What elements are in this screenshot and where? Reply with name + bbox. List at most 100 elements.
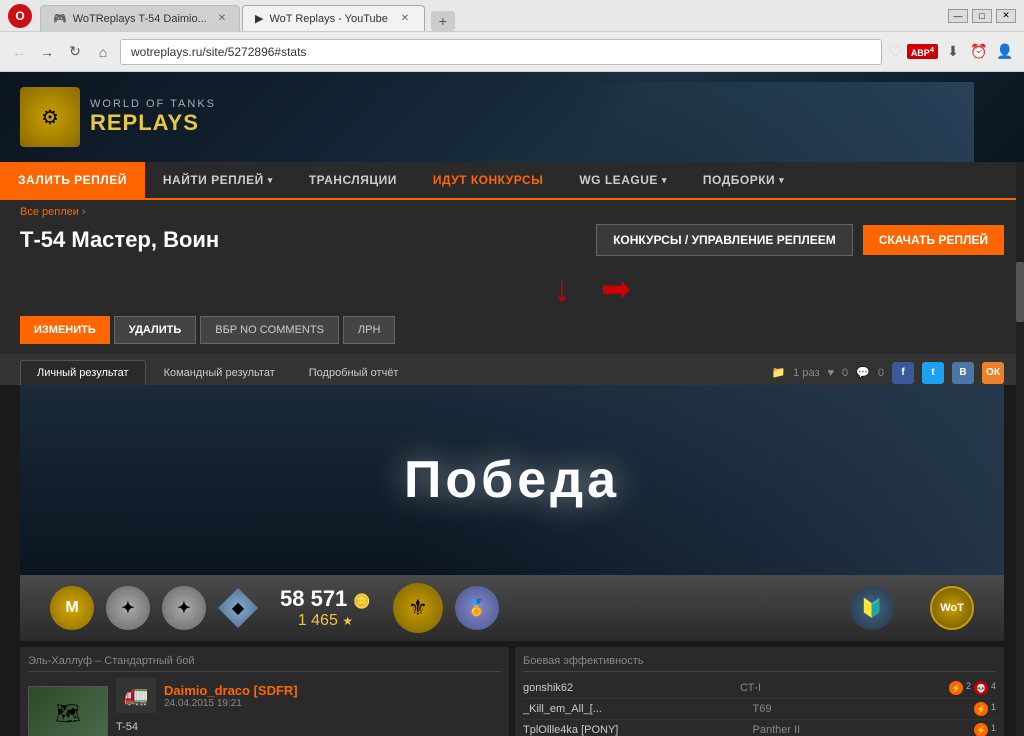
- action-buttons-row: ИЗМЕНИТЬ УДАЛИТЬ ВБР NO COMMENTS ЛРН: [0, 312, 1024, 354]
- player-date: 24.04.2015 19:21: [164, 698, 298, 709]
- down-arrow-icon: ↓: [553, 268, 571, 310]
- refresh-button[interactable]: ↻: [64, 41, 86, 63]
- twitter-button[interactable]: t: [922, 362, 944, 384]
- heart-icon: ♥: [828, 367, 835, 379]
- medal-star2: ✦: [162, 586, 206, 630]
- score-area: 58 571 🪙 1 465 ★: [280, 586, 371, 630]
- bookmark-icon[interactable]: ♡: [888, 42, 902, 62]
- vbr-button[interactable]: ВБР NO COMMENTS: [200, 316, 339, 344]
- credits-icon: 🪙: [353, 593, 370, 609]
- dmg-icon3: ⚡: [974, 723, 988, 736]
- combat-header: Боевая эффективность: [523, 655, 996, 672]
- combat-player-2-icons: ⚡ 1: [974, 702, 996, 716]
- maximize-button[interactable]: □: [972, 9, 992, 23]
- vk-button[interactable]: В: [952, 362, 974, 384]
- opera-logo: O: [8, 4, 32, 28]
- delete-button[interactable]: УДАЛИТЬ: [114, 316, 196, 344]
- lpn-button[interactable]: ЛРН: [343, 316, 396, 344]
- tab1-title: WoTReplays T-54 Daimio...: [73, 13, 207, 25]
- medal-badge1: 🏅: [455, 586, 499, 630]
- user-icon[interactable]: 👤: [994, 41, 1016, 63]
- tab-personal[interactable]: Личный результат: [20, 360, 146, 385]
- wot-header: ⚙ WORLD OF TANKS REPLAYS: [0, 72, 1024, 162]
- nav-upload[interactable]: ЗАЛИТЬ РЕПЛЕЙ: [0, 162, 145, 198]
- arrows-row: ↓ ➡: [0, 266, 1024, 312]
- contests-button[interactable]: КОНКУРСЫ / УПРАВЛЕНИЕ РЕПЛЕЕМ: [596, 224, 853, 256]
- medal-mastery: M: [50, 586, 94, 630]
- bottom-section: Эль-Халлуф – Стандартный бой 🗺 🚛 Daimio_…: [20, 647, 1004, 736]
- forward-button[interactable]: →: [36, 41, 58, 63]
- nav-streams[interactable]: ТРАНСЛЯЦИИ: [291, 162, 415, 198]
- clock-icon[interactable]: ⏰: [968, 41, 990, 63]
- scrollbar[interactable]: [1016, 162, 1024, 736]
- nav-collections[interactable]: ПОДБОРКИ ▾: [685, 162, 802, 198]
- player-name-row: 🚛 Daimio_draco [SDFR] 24.04.2015 19:21: [116, 678, 298, 713]
- breadcrumb-link[interactable]: Все реплеи: [20, 206, 79, 218]
- dmg-icon2: ⚡: [974, 702, 988, 716]
- xp-icon: ★: [342, 614, 353, 628]
- dmg-count: 2: [966, 681, 971, 695]
- nav-bar: ← → ↻ ⌂ wotreplays.ru/site/5272896#stats…: [0, 32, 1024, 72]
- tab-detailed[interactable]: Подробный отчёт: [293, 361, 415, 385]
- combat-player-1-tank: СТ-I: [732, 682, 949, 694]
- credits-score: 58 571 🪙: [280, 586, 371, 612]
- medal-star1: ✦: [106, 586, 150, 630]
- nav-icons-right: ♡ ABP4 ⬇ ⏰ 👤: [888, 41, 1016, 63]
- combat-player-3-name: TplOllle4ka [PONY]: [523, 724, 745, 736]
- combat-player-2: _Kill_em_All_[... T69 ⚡ 1: [523, 699, 996, 720]
- victory-text: Победа: [404, 450, 620, 510]
- tabs-container: 🎮 WoTReplays T-54 Daimio... ✕ ▶ WoT Repl…: [40, 0, 940, 31]
- player-name[interactable]: Daimio_draco [SDFR]: [164, 683, 298, 698]
- minimize-button[interactable]: —: [948, 9, 968, 23]
- battle-info-header: Эль-Халлуф – Стандартный бой: [28, 655, 501, 672]
- views-count: 1 раз: [793, 367, 819, 379]
- right-arrow-icon: ➡: [601, 268, 631, 310]
- download-button[interactable]: СКАЧАТЬ РЕПЛЕЙ: [863, 225, 1004, 255]
- download-icon[interactable]: ⬇: [942, 41, 964, 63]
- tab2-favicon: ▶: [255, 12, 263, 25]
- breadcrumb: Все реплеи ›: [20, 206, 1004, 218]
- combat-player-3-icons: ⚡ 1: [974, 723, 996, 736]
- combat-player-3-tank: Panther II: [745, 724, 975, 736]
- results-stats: 📁 1 раз ♥ 0 💬 0 f t В ОК: [771, 362, 1004, 384]
- tab1-close[interactable]: ✕: [217, 12, 227, 26]
- medal-wot: WoT: [930, 586, 974, 630]
- player-info: 🚛 Daimio_draco [SDFR] 24.04.2015 19:21 T…: [116, 678, 298, 736]
- tab-wot-replays[interactable]: 🎮 WoTReplays T-54 Daimio... ✕: [40, 5, 240, 31]
- page-content: ⚙ WORLD OF TANKS REPLAYS ЗАЛИТЬ РЕПЛЕЙ Н…: [0, 72, 1024, 736]
- combat-player-1: gonshik62 СТ-I ⚡ 2 💀 4: [523, 678, 996, 699]
- new-tab-button[interactable]: +: [431, 11, 455, 31]
- back-button[interactable]: ←: [8, 41, 30, 63]
- browser-frame: O 🎮 WoTReplays T-54 Daimio... ✕ ▶ WoT Re…: [0, 0, 1024, 736]
- ok-button[interactable]: ОК: [982, 362, 1004, 384]
- abp-badge: ABP4: [907, 44, 938, 59]
- tank-thumbnail: 🚛: [116, 678, 156, 713]
- kill-icon: 💀: [974, 681, 988, 695]
- close-button[interactable]: ✕: [996, 9, 1016, 23]
- tank-name: T-54: [116, 721, 298, 733]
- tab-team[interactable]: Командный результат: [148, 361, 291, 385]
- home-button[interactable]: ⌂: [92, 41, 114, 63]
- nav-contests[interactable]: ИДУТ КОНКУРСЫ: [415, 162, 561, 198]
- window-controls: — □ ✕: [948, 9, 1016, 23]
- nav-find[interactable]: НАЙТИ РЕПЛЕЙ ▾: [145, 162, 291, 198]
- file-icon: 📁: [771, 366, 785, 379]
- title-buttons: КОНКУРСЫ / УПРАВЛЕНИЕ РЕПЛЕЕМ СКАЧАТЬ РЕ…: [596, 224, 1004, 256]
- tab2-close[interactable]: ✕: [398, 12, 412, 26]
- main-nav: ЗАЛИТЬ РЕПЛЕЙ НАЙТИ РЕПЛЕЙ ▾ ТРАНСЛЯЦИИ …: [0, 162, 1024, 200]
- facebook-button[interactable]: f: [892, 362, 914, 384]
- combat-player-2-tank: T69: [745, 703, 975, 715]
- combat-efficiency-panel: Боевая эффективность gonshik62 СТ-I ⚡ 2 …: [515, 647, 1004, 736]
- address-bar[interactable]: wotreplays.ru/site/5272896#stats: [120, 39, 882, 65]
- breadcrumb-area: Все реплеи ›: [0, 200, 1024, 218]
- xp-score: 1 465 ★: [298, 612, 353, 630]
- url-text: wotreplays.ru/site/5272896#stats: [131, 45, 871, 59]
- tank-silhouette: [574, 82, 974, 162]
- tab-youtube[interactable]: ▶ WoT Replays - YouTube ✕: [242, 5, 425, 31]
- scrollbar-thumb[interactable]: [1016, 262, 1024, 322]
- kill-count: 4: [991, 681, 996, 695]
- change-button[interactable]: ИЗМЕНИТЬ: [20, 316, 110, 344]
- replay-title: Т-54 Мастер, Воин: [20, 227, 219, 253]
- nav-wgleague[interactable]: WG LEAGUE ▾: [561, 162, 685, 198]
- combat-player-3: TplOllle4ka [PONY] Panther II ⚡ 1: [523, 720, 996, 736]
